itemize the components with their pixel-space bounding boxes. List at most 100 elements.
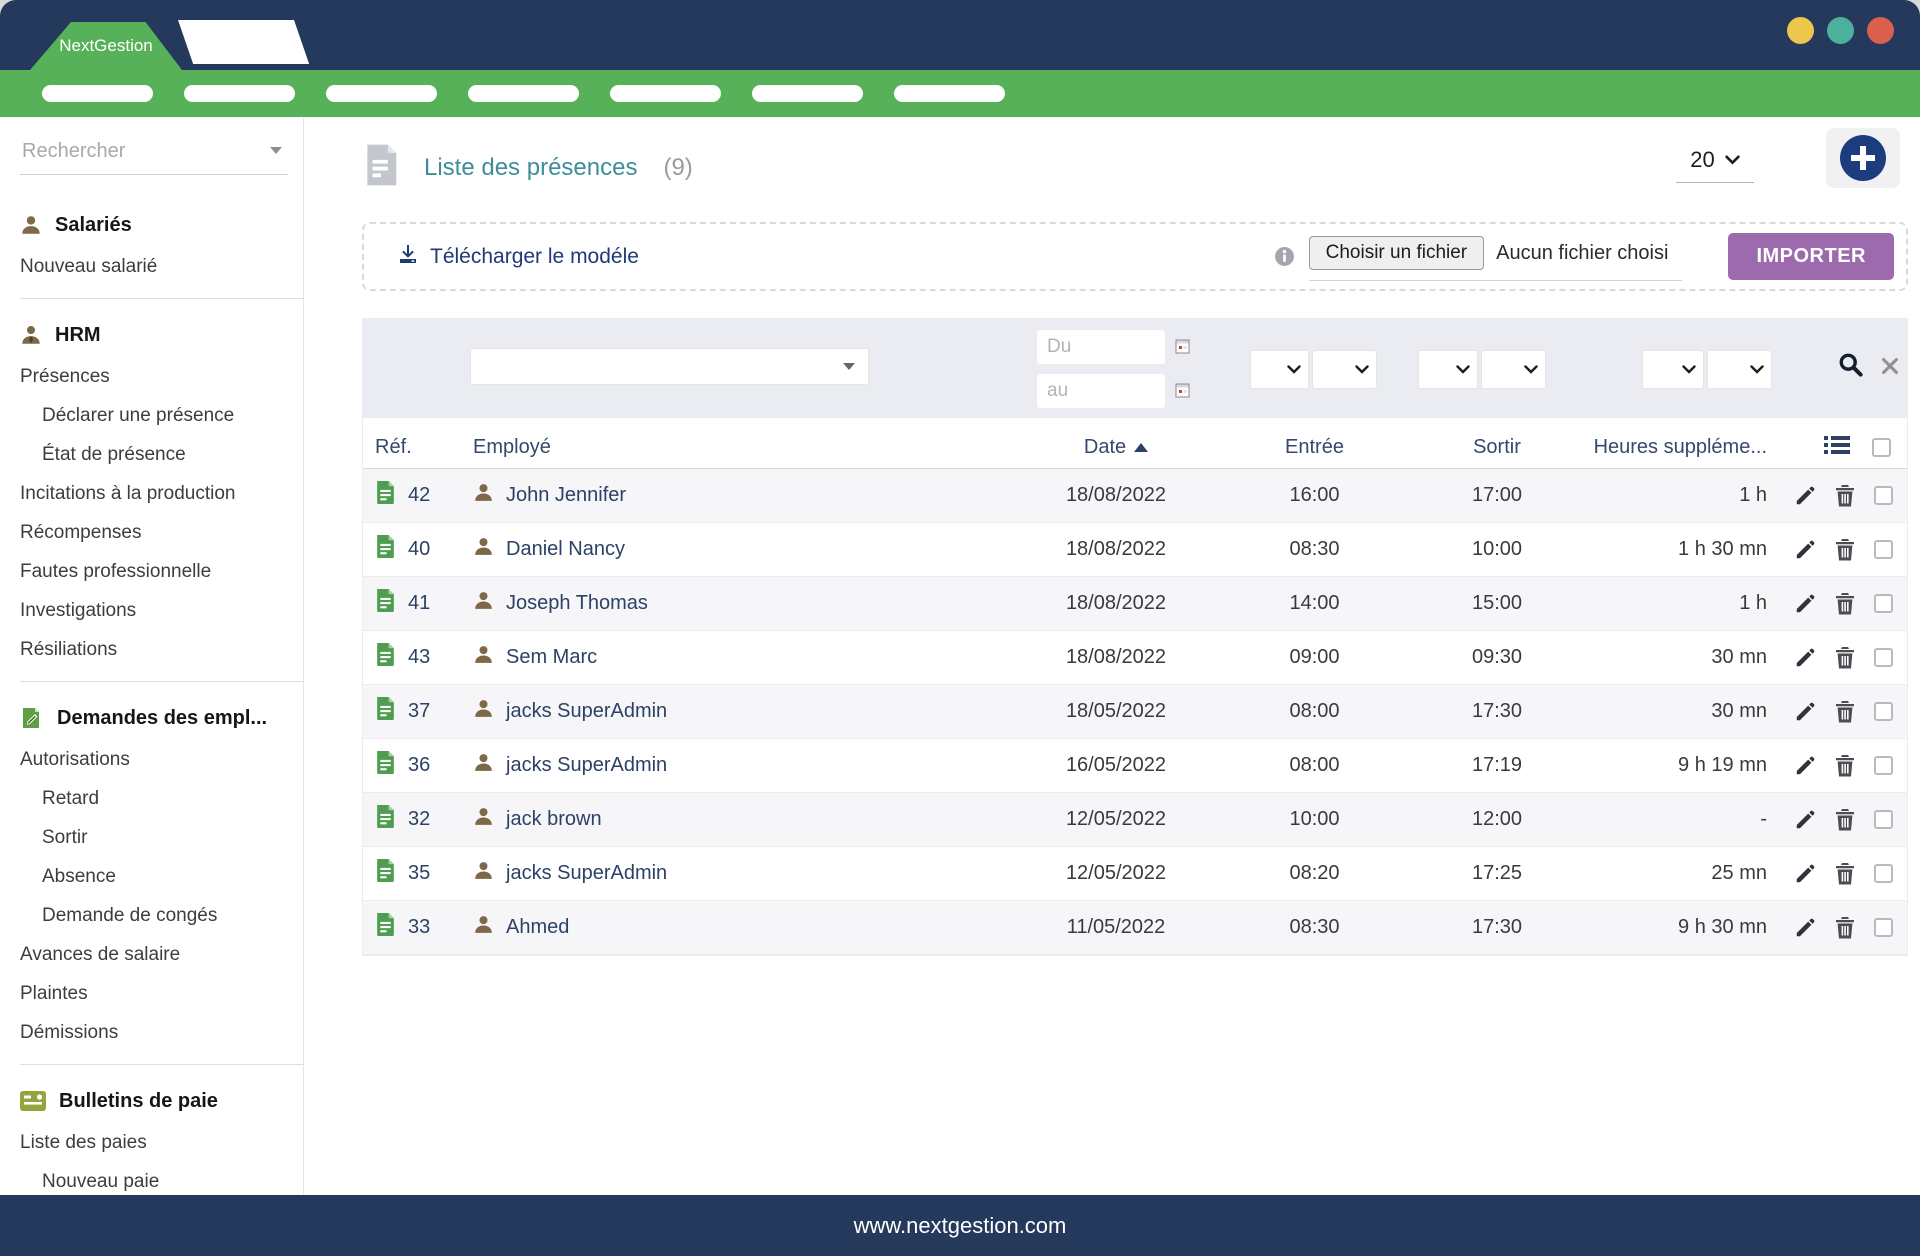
- delete-icon[interactable]: [1835, 484, 1855, 507]
- delete-icon[interactable]: [1835, 538, 1855, 561]
- edit-icon[interactable]: [1794, 485, 1816, 507]
- date-from-input[interactable]: [1037, 330, 1165, 364]
- close-icon[interactable]: [1879, 355, 1901, 382]
- overtime-hour-select[interactable]: [1642, 350, 1704, 389]
- nav-pill[interactable]: [42, 85, 153, 102]
- row-checkbox[interactable]: [1874, 486, 1893, 505]
- column-exit[interactable]: Sortir: [1413, 436, 1581, 459]
- row-checkbox[interactable]: [1874, 702, 1893, 721]
- edit-icon[interactable]: [1794, 539, 1816, 561]
- employee-filter-select[interactable]: [470, 348, 869, 385]
- sidebar-item[interactable]: Présences: [20, 357, 289, 396]
- import-button[interactable]: IMPORTER: [1728, 233, 1894, 280]
- sidebar-item[interactable]: Sortir: [20, 818, 289, 857]
- employee-link[interactable]: jacks SuperAdmin: [473, 860, 1016, 887]
- employee-link[interactable]: Ahmed: [473, 914, 1016, 941]
- column-employee[interactable]: Employé: [473, 436, 1016, 459]
- sidebar-section-heading[interactable]: HRM: [20, 313, 289, 357]
- sidebar-item[interactable]: Résiliations: [20, 630, 289, 669]
- sidebar-search[interactable]: [20, 135, 288, 175]
- search-input[interactable]: [20, 139, 250, 164]
- sidebar-item[interactable]: Investigations: [20, 591, 289, 630]
- page-size-select[interactable]: 20: [1676, 147, 1754, 183]
- exit-minute-select[interactable]: [1481, 350, 1546, 389]
- sidebar-item[interactable]: Retard: [20, 779, 289, 818]
- entry-hour-select[interactable]: [1250, 350, 1309, 389]
- delete-icon[interactable]: [1835, 808, 1855, 831]
- edit-icon[interactable]: [1794, 593, 1816, 615]
- nav-pill[interactable]: [610, 85, 721, 102]
- nav-pill[interactable]: [326, 85, 437, 102]
- date-to-input[interactable]: [1037, 374, 1165, 408]
- download-template-link[interactable]: Télécharger le modéle: [396, 242, 639, 272]
- entry-minute-select[interactable]: [1312, 350, 1377, 389]
- sidebar-section-heading[interactable]: Bulletins de paie: [20, 1079, 289, 1123]
- sidebar-item[interactable]: Liste des paies: [20, 1123, 289, 1162]
- employee-link[interactable]: jacks SuperAdmin: [473, 752, 1016, 779]
- column-overtime[interactable]: Heures suppléme...: [1581, 436, 1767, 459]
- nav-pill[interactable]: [894, 85, 1005, 102]
- nav-pill[interactable]: [752, 85, 863, 102]
- sidebar-item[interactable]: Avances de salaire: [20, 935, 289, 974]
- select-all-checkbox[interactable]: [1872, 438, 1891, 457]
- choose-file-button[interactable]: Choisir un fichier: [1309, 236, 1485, 270]
- sidebar-item[interactable]: Demande de congés: [20, 896, 289, 935]
- nav-pill[interactable]: [184, 85, 295, 102]
- edit-icon[interactable]: [1794, 755, 1816, 777]
- edit-icon[interactable]: [1794, 647, 1816, 669]
- employee-link[interactable]: jack brown: [473, 806, 1016, 833]
- delete-icon[interactable]: [1835, 862, 1855, 885]
- sidebar-item[interactable]: Absence: [20, 857, 289, 896]
- employee-link[interactable]: jacks SuperAdmin: [473, 698, 1016, 725]
- row-checkbox[interactable]: [1874, 540, 1893, 559]
- sidebar-section-heading[interactable]: Salariés: [20, 203, 289, 247]
- sidebar-item[interactable]: Plaintes: [20, 974, 289, 1013]
- sidebar-section-heading[interactable]: Demandes des empl...: [20, 696, 289, 740]
- row-checkbox[interactable]: [1874, 756, 1893, 775]
- close-button[interactable]: [1867, 17, 1894, 44]
- column-entry[interactable]: Entrée: [1216, 436, 1413, 459]
- employee-link[interactable]: Daniel Nancy: [473, 536, 1016, 563]
- row-checkbox[interactable]: [1874, 648, 1893, 667]
- delete-icon[interactable]: [1835, 700, 1855, 723]
- column-ref[interactable]: Réf.: [363, 436, 473, 459]
- delete-icon[interactable]: [1835, 916, 1855, 939]
- sidebar-item[interactable]: Nouveau paie: [20, 1162, 289, 1195]
- sidebar-item[interactable]: Récompenses: [20, 513, 289, 552]
- edit-icon[interactable]: [1794, 863, 1816, 885]
- sidebar-item[interactable]: Incitations à la production: [20, 474, 289, 513]
- exit-hour-select[interactable]: [1418, 350, 1478, 389]
- sidebar-item[interactable]: État de présence: [20, 435, 289, 474]
- edit-icon[interactable]: [1794, 809, 1816, 831]
- sidebar-item[interactable]: Autorisations: [20, 740, 289, 779]
- sidebar-item[interactable]: Démissions: [20, 1013, 289, 1052]
- sidebar-item[interactable]: Nouveau salarié: [20, 247, 289, 286]
- table-row: 43 Sem Marc 18/08/2022 09:00 09:30 30 mn: [363, 631, 1907, 685]
- row-checkbox[interactable]: [1874, 810, 1893, 829]
- employee-link[interactable]: Joseph Thomas: [473, 590, 1016, 617]
- brand-tab[interactable]: NextGestion: [30, 22, 182, 70]
- list-view-icon[interactable]: [1824, 434, 1850, 462]
- delete-icon[interactable]: [1835, 592, 1855, 615]
- minimize-button[interactable]: [1787, 17, 1814, 44]
- row-checkbox[interactable]: [1874, 594, 1893, 613]
- delete-icon[interactable]: [1835, 646, 1855, 669]
- row-checkbox[interactable]: [1874, 864, 1893, 883]
- sidebar-item[interactable]: Déclarer une présence: [20, 396, 289, 435]
- sidebar-item[interactable]: Fautes professionnelle: [20, 552, 289, 591]
- calendar-icon[interactable]: [1175, 382, 1190, 403]
- employee-link[interactable]: John Jennifer: [473, 482, 1016, 509]
- column-date[interactable]: Date: [1016, 436, 1216, 459]
- overtime-minute-select[interactable]: [1707, 350, 1772, 389]
- search-icon[interactable]: [1837, 351, 1864, 383]
- row-checkbox[interactable]: [1874, 918, 1893, 937]
- maximize-button[interactable]: [1827, 17, 1854, 44]
- calendar-icon[interactable]: [1175, 338, 1190, 359]
- employee-name: Daniel Nancy: [506, 538, 625, 561]
- edit-icon[interactable]: [1794, 917, 1816, 939]
- delete-icon[interactable]: [1835, 754, 1855, 777]
- add-presence-button[interactable]: [1826, 128, 1900, 188]
- nav-pill[interactable]: [468, 85, 579, 102]
- edit-icon[interactable]: [1794, 701, 1816, 723]
- employee-link[interactable]: Sem Marc: [473, 644, 1016, 671]
